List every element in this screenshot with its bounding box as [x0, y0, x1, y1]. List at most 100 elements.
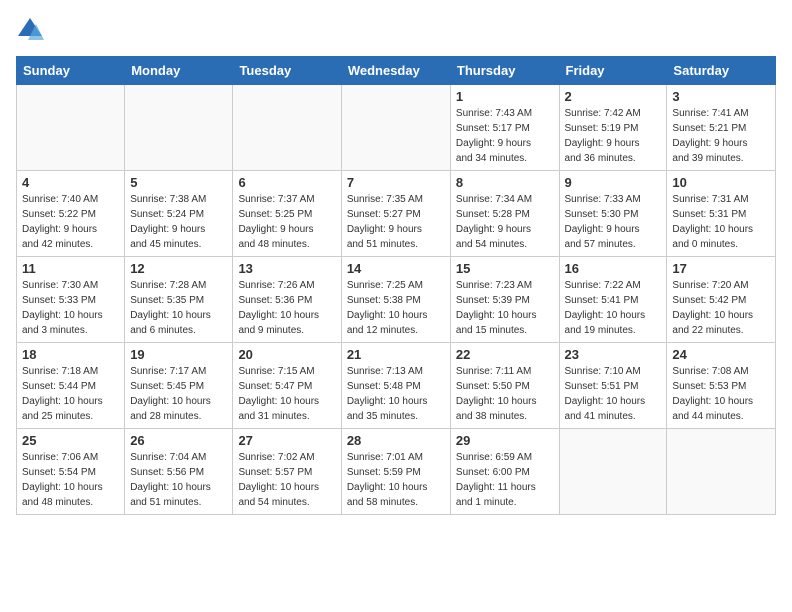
- day-number: 14: [347, 261, 445, 276]
- calendar-cell: 1 Sunrise: 7:43 AM Sunset: 5:17 PM Daylig…: [450, 85, 559, 171]
- day-info: Sunrise: 7:15 AM Sunset: 5:47 PM Dayligh…: [238, 364, 335, 424]
- calendar-cell: 7 Sunrise: 7:35 AM Sunset: 5:27 PM Daylig…: [341, 171, 450, 257]
- calendar-cell: 2 Sunrise: 7:42 AM Sunset: 5:19 PM Daylig…: [559, 85, 667, 171]
- day-number: 7: [347, 175, 445, 190]
- calendar-cell: 15 Sunrise: 7:23 AM Sunset: 5:39 PM Dayli…: [450, 257, 559, 343]
- day-number: 20: [238, 347, 335, 362]
- day-number: 19: [130, 347, 227, 362]
- calendar-cell: 4 Sunrise: 7:40 AM Sunset: 5:22 PM Daylig…: [17, 171, 125, 257]
- calendar-cell: [559, 429, 667, 515]
- calendar-cell: [125, 85, 233, 171]
- day-info: Sunrise: 7:41 AM Sunset: 5:21 PM Dayligh…: [672, 106, 770, 166]
- day-number: 12: [130, 261, 227, 276]
- day-info: Sunrise: 7:22 AM Sunset: 5:41 PM Dayligh…: [565, 278, 662, 338]
- calendar-week-row: 1 Sunrise: 7:43 AM Sunset: 5:17 PM Daylig…: [17, 85, 776, 171]
- calendar-cell: [233, 85, 341, 171]
- day-number: 5: [130, 175, 227, 190]
- day-number: 22: [456, 347, 554, 362]
- day-number: 11: [22, 261, 119, 276]
- calendar-cell: [667, 429, 776, 515]
- day-info: Sunrise: 7:28 AM Sunset: 5:35 PM Dayligh…: [130, 278, 227, 338]
- day-info: Sunrise: 7:20 AM Sunset: 5:42 PM Dayligh…: [672, 278, 770, 338]
- day-info: Sunrise: 6:59 AM Sunset: 6:00 PM Dayligh…: [456, 450, 554, 510]
- weekday-header: Thursday: [450, 57, 559, 85]
- calendar-cell: 17 Sunrise: 7:20 AM Sunset: 5:42 PM Dayli…: [667, 257, 776, 343]
- day-info: Sunrise: 7:17 AM Sunset: 5:45 PM Dayligh…: [130, 364, 227, 424]
- day-info: Sunrise: 7:38 AM Sunset: 5:24 PM Dayligh…: [130, 192, 227, 252]
- day-info: Sunrise: 7:42 AM Sunset: 5:19 PM Dayligh…: [565, 106, 662, 166]
- day-number: 1: [456, 89, 554, 104]
- calendar-cell: 28 Sunrise: 7:01 AM Sunset: 5:59 PM Dayli…: [341, 429, 450, 515]
- day-number: 27: [238, 433, 335, 448]
- calendar-cell: 20 Sunrise: 7:15 AM Sunset: 5:47 PM Dayli…: [233, 343, 341, 429]
- calendar-cell: 13Sunrise: 7:26 AM Sunset: 5:36 PM Dayli…: [233, 257, 341, 343]
- calendar-week-row: 11 Sunrise: 7:30 AM Sunset: 5:33 PM Dayli…: [17, 257, 776, 343]
- calendar-cell: 23 Sunrise: 7:10 AM Sunset: 5:51 PM Dayli…: [559, 343, 667, 429]
- day-info: Sunrise: 7:40 AM Sunset: 5:22 PM Dayligh…: [22, 192, 119, 252]
- logo: [16, 16, 48, 44]
- day-number: 17: [672, 261, 770, 276]
- day-info: Sunrise: 7:25 AM Sunset: 5:38 PM Dayligh…: [347, 278, 445, 338]
- calendar-cell: 22Sunrise: 7:11 AM Sunset: 5:50 PM Dayli…: [450, 343, 559, 429]
- weekday-header: Saturday: [667, 57, 776, 85]
- day-number: 9: [565, 175, 662, 190]
- day-number: 6: [238, 175, 335, 190]
- calendar-cell: 11 Sunrise: 7:30 AM Sunset: 5:33 PM Dayli…: [17, 257, 125, 343]
- day-info: Sunrise: 7:01 AM Sunset: 5:59 PM Dayligh…: [347, 450, 445, 510]
- day-number: 15: [456, 261, 554, 276]
- day-number: 2: [565, 89, 662, 104]
- day-number: 26: [130, 433, 227, 448]
- day-info: Sunrise: 7:31 AM Sunset: 5:31 PM Dayligh…: [672, 192, 770, 252]
- day-info: Sunrise: 7:34 AM Sunset: 5:28 PM Dayligh…: [456, 192, 554, 252]
- day-number: 8: [456, 175, 554, 190]
- day-info: Sunrise: 7:10 AM Sunset: 5:51 PM Dayligh…: [565, 364, 662, 424]
- day-info: Sunrise: 7:35 AM Sunset: 5:27 PM Dayligh…: [347, 192, 445, 252]
- day-info: Sunrise: 7:37 AM Sunset: 5:25 PM Dayligh…: [238, 192, 335, 252]
- calendar-cell: 3 Sunrise: 7:41 AM Sunset: 5:21 PM Daylig…: [667, 85, 776, 171]
- day-number: 25: [22, 433, 119, 448]
- weekday-header: Friday: [559, 57, 667, 85]
- day-number: 29: [456, 433, 554, 448]
- weekday-header: Sunday: [17, 57, 125, 85]
- day-number: 10: [672, 175, 770, 190]
- day-info: Sunrise: 7:23 AM Sunset: 5:39 PM Dayligh…: [456, 278, 554, 338]
- day-info: Sunrise: 7:13 AM Sunset: 5:48 PM Dayligh…: [347, 364, 445, 424]
- calendar-cell: 27 Sunrise: 7:02 AM Sunset: 5:57 PM Dayli…: [233, 429, 341, 515]
- calendar-cell: [17, 85, 125, 171]
- calendar-cell: 16 Sunrise: 7:22 AM Sunset: 5:41 PM Dayli…: [559, 257, 667, 343]
- day-info: Sunrise: 7:02 AM Sunset: 5:57 PM Dayligh…: [238, 450, 335, 510]
- calendar-cell: 25 Sunrise: 7:06 AM Sunset: 5:54 PM Dayli…: [17, 429, 125, 515]
- day-info: Sunrise: 7:06 AM Sunset: 5:54 PM Dayligh…: [22, 450, 119, 510]
- calendar-cell: 19 Sunrise: 7:17 AM Sunset: 5:45 PM Dayli…: [125, 343, 233, 429]
- day-info: Sunrise: 7:43 AM Sunset: 5:17 PM Dayligh…: [456, 106, 554, 166]
- calendar-cell: 8 Sunrise: 7:34 AM Sunset: 5:28 PM Daylig…: [450, 171, 559, 257]
- calendar-cell: 9Sunrise: 7:33 AM Sunset: 5:30 PM Daylig…: [559, 171, 667, 257]
- day-number: 4: [22, 175, 119, 190]
- day-number: 18: [22, 347, 119, 362]
- calendar-cell: 18 Sunrise: 7:18 AM Sunset: 5:44 PM Dayli…: [17, 343, 125, 429]
- calendar-cell: 29 Sunrise: 6:59 AM Sunset: 6:00 PM Dayli…: [450, 429, 559, 515]
- calendar-week-row: 18 Sunrise: 7:18 AM Sunset: 5:44 PM Dayli…: [17, 343, 776, 429]
- day-number: 24: [672, 347, 770, 362]
- weekday-header: Tuesday: [233, 57, 341, 85]
- day-number: 3: [672, 89, 770, 104]
- day-number: 21: [347, 347, 445, 362]
- day-info: Sunrise: 7:30 AM Sunset: 5:33 PM Dayligh…: [22, 278, 119, 338]
- calendar-header-row: SundayMondayTuesdayWednesdayThursdayFrid…: [17, 57, 776, 85]
- calendar-cell: 21 Sunrise: 7:13 AM Sunset: 5:48 PM Dayli…: [341, 343, 450, 429]
- calendar-cell: 6 Sunrise: 7:37 AM Sunset: 5:25 PM Daylig…: [233, 171, 341, 257]
- calendar-week-row: 25 Sunrise: 7:06 AM Sunset: 5:54 PM Dayli…: [17, 429, 776, 515]
- day-number: 28: [347, 433, 445, 448]
- day-number: 16: [565, 261, 662, 276]
- calendar-cell: 14 Sunrise: 7:25 AM Sunset: 5:38 PM Dayli…: [341, 257, 450, 343]
- logo-icon: [16, 16, 44, 44]
- calendar: SundayMondayTuesdayWednesdayThursdayFrid…: [16, 56, 776, 515]
- day-info: Sunrise: 7:18 AM Sunset: 5:44 PM Dayligh…: [22, 364, 119, 424]
- day-info: Sunrise: 7:04 AM Sunset: 5:56 PM Dayligh…: [130, 450, 227, 510]
- weekday-header: Monday: [125, 57, 233, 85]
- calendar-cell: 24Sunrise: 7:08 AM Sunset: 5:53 PM Dayli…: [667, 343, 776, 429]
- calendar-cell: 26 Sunrise: 7:04 AM Sunset: 5:56 PM Dayli…: [125, 429, 233, 515]
- day-number: 23: [565, 347, 662, 362]
- day-number: 13: [238, 261, 335, 276]
- calendar-cell: 12 Sunrise: 7:28 AM Sunset: 5:35 PM Dayli…: [125, 257, 233, 343]
